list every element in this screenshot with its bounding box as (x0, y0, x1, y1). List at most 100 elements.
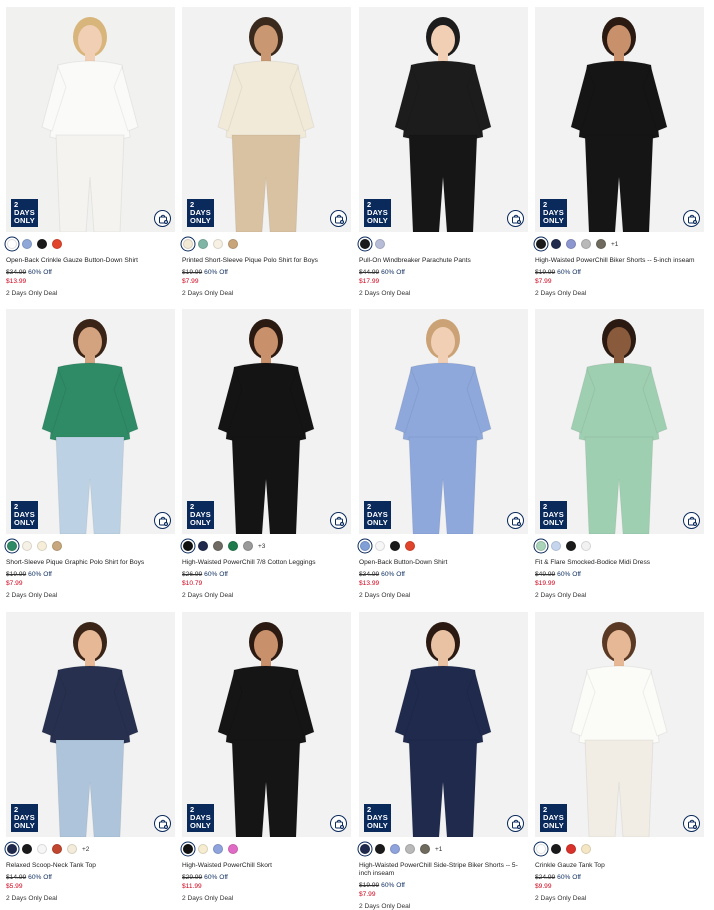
quick-add-bag-icon[interactable] (154, 815, 171, 832)
product-name[interactable]: Open-Back Button-Down Shirt (359, 559, 528, 567)
color-swatch[interactable] (566, 844, 576, 854)
color-swatch[interactable] (581, 844, 591, 854)
product-image[interactable]: 2 DAYS ONLY (6, 309, 175, 534)
color-swatch[interactable] (183, 541, 193, 551)
color-swatch[interactable] (22, 541, 32, 551)
color-swatch[interactable] (52, 844, 62, 854)
deal-label: 2 Days Only Deal (6, 592, 58, 599)
product-image[interactable]: 2 DAYS ONLY (535, 612, 704, 837)
color-swatch[interactable] (375, 239, 385, 249)
color-swatch[interactable] (183, 844, 193, 854)
color-swatch[interactable] (37, 844, 47, 854)
quick-add-bag-icon[interactable] (683, 512, 700, 529)
color-swatch[interactable] (360, 844, 370, 854)
color-swatch[interactable] (405, 541, 415, 551)
color-swatch[interactable] (7, 844, 17, 854)
color-swatch[interactable] (390, 844, 400, 854)
color-swatch[interactable] (243, 541, 253, 551)
color-swatch[interactable] (375, 844, 385, 854)
product-image[interactable]: 2 DAYS ONLY (535, 309, 704, 534)
deal-label: 2 Days Only Deal (535, 592, 587, 599)
color-swatch[interactable] (213, 541, 223, 551)
color-swatch[interactable] (7, 239, 17, 249)
product-name[interactable]: Pull-On Windbreaker Parachute Pants (359, 257, 528, 265)
product-name[interactable]: Fit & Flare Smocked-Bodice Midi Dress (535, 559, 704, 567)
color-swatch[interactable] (581, 541, 591, 551)
product-name[interactable]: Short-Sleeve Pique Graphic Polo Shirt fo… (6, 559, 175, 567)
product-image[interactable]: 2 DAYS ONLY (359, 7, 528, 232)
shopping-bag-icon (158, 214, 168, 224)
quick-add-bag-icon[interactable] (507, 815, 524, 832)
color-swatch[interactable] (198, 541, 208, 551)
color-swatch[interactable] (551, 541, 561, 551)
color-swatch[interactable] (536, 541, 546, 551)
product-image[interactable]: 2 DAYS ONLY (182, 309, 351, 534)
product-image[interactable]: 2 DAYS ONLY (359, 612, 528, 837)
color-swatch[interactable] (52, 541, 62, 551)
color-swatch[interactable] (228, 541, 238, 551)
color-swatch[interactable] (360, 541, 370, 551)
color-swatch[interactable] (213, 844, 223, 854)
color-swatch[interactable] (420, 844, 430, 854)
color-swatch[interactable] (566, 541, 576, 551)
quick-add-bag-icon[interactable] (154, 512, 171, 529)
color-swatch[interactable] (228, 239, 238, 249)
quick-add-bag-icon[interactable] (683, 815, 700, 832)
color-swatch[interactable] (37, 239, 47, 249)
color-swatch[interactable] (566, 239, 576, 249)
deal-badge: 2 DAYS ONLY (11, 199, 38, 227)
product-name[interactable]: Crinkle Gauze Tank Top (535, 862, 704, 870)
product-image[interactable]: 2 DAYS ONLY (6, 612, 175, 837)
product-name[interactable]: High-Waisted PowerChill 7/8 Cotton Leggi… (182, 559, 351, 567)
product-image[interactable]: 2 DAYS ONLY (182, 612, 351, 837)
product-image[interactable]: 2 DAYS ONLY (535, 7, 704, 232)
product-name[interactable]: High-Waisted PowerChill Skort (182, 862, 351, 870)
more-colors-link[interactable]: +2 (82, 846, 89, 853)
color-swatch[interactable] (405, 844, 415, 854)
color-swatch[interactable] (198, 239, 208, 249)
deal-badge-line: ONLY (14, 518, 35, 527)
color-swatch[interactable] (390, 541, 400, 551)
quick-add-bag-icon[interactable] (330, 210, 347, 227)
color-swatch[interactable] (596, 239, 606, 249)
quick-add-bag-icon[interactable] (154, 210, 171, 227)
product-image[interactable]: 2 DAYS ONLY (359, 309, 528, 534)
color-swatch[interactable] (22, 844, 32, 854)
color-swatch[interactable] (551, 239, 561, 249)
color-swatch[interactable] (198, 844, 208, 854)
color-swatch[interactable] (375, 541, 385, 551)
color-swatch[interactable] (183, 239, 193, 249)
product-name[interactable]: High-Waisted PowerChill Biker Shorts -- … (535, 257, 704, 265)
product-name[interactable]: High-Waisted PowerChill Side-Stripe Bike… (359, 862, 528, 878)
more-colors-link[interactable]: +1 (435, 846, 442, 853)
color-swatch[interactable] (536, 239, 546, 249)
color-swatch[interactable] (52, 239, 62, 249)
quick-add-bag-icon[interactable] (507, 512, 524, 529)
color-swatch[interactable] (7, 541, 17, 551)
product-name[interactable]: Printed Short-Sleeve Pique Polo Shirt fo… (182, 257, 351, 265)
color-swatches: +2 (6, 843, 175, 855)
more-colors-link[interactable]: +1 (611, 241, 618, 248)
color-swatch[interactable] (581, 239, 591, 249)
quick-add-bag-icon[interactable] (330, 512, 347, 529)
product-image[interactable]: 2 DAYS ONLY (182, 7, 351, 232)
product-name[interactable]: Open-Back Crinkle Gauze Button-Down Shir… (6, 257, 175, 265)
quick-add-bag-icon[interactable] (330, 815, 347, 832)
color-swatch[interactable] (228, 844, 238, 854)
more-colors-link[interactable]: +3 (258, 543, 265, 550)
sale-price: $11.99 (182, 883, 202, 890)
color-swatch[interactable] (360, 239, 370, 249)
quick-add-bag-icon[interactable] (683, 210, 700, 227)
product-name[interactable]: Relaxed Scoop-Neck Tank Top (6, 862, 175, 870)
deal-badge: 2 DAYS ONLY (187, 804, 214, 832)
color-swatch[interactable] (536, 844, 546, 854)
quick-add-bag-icon[interactable] (507, 210, 524, 227)
color-swatch[interactable] (37, 541, 47, 551)
color-swatch[interactable] (213, 239, 223, 249)
discount-label: 60% Off (204, 571, 228, 578)
product-card: 2 DAYS ONLY +3 High-Waisted PowerChill 7/8… (182, 309, 351, 600)
color-swatch[interactable] (551, 844, 561, 854)
color-swatch[interactable] (67, 844, 77, 854)
color-swatch[interactable] (22, 239, 32, 249)
product-image[interactable]: 2 DAYS ONLY (6, 7, 175, 232)
